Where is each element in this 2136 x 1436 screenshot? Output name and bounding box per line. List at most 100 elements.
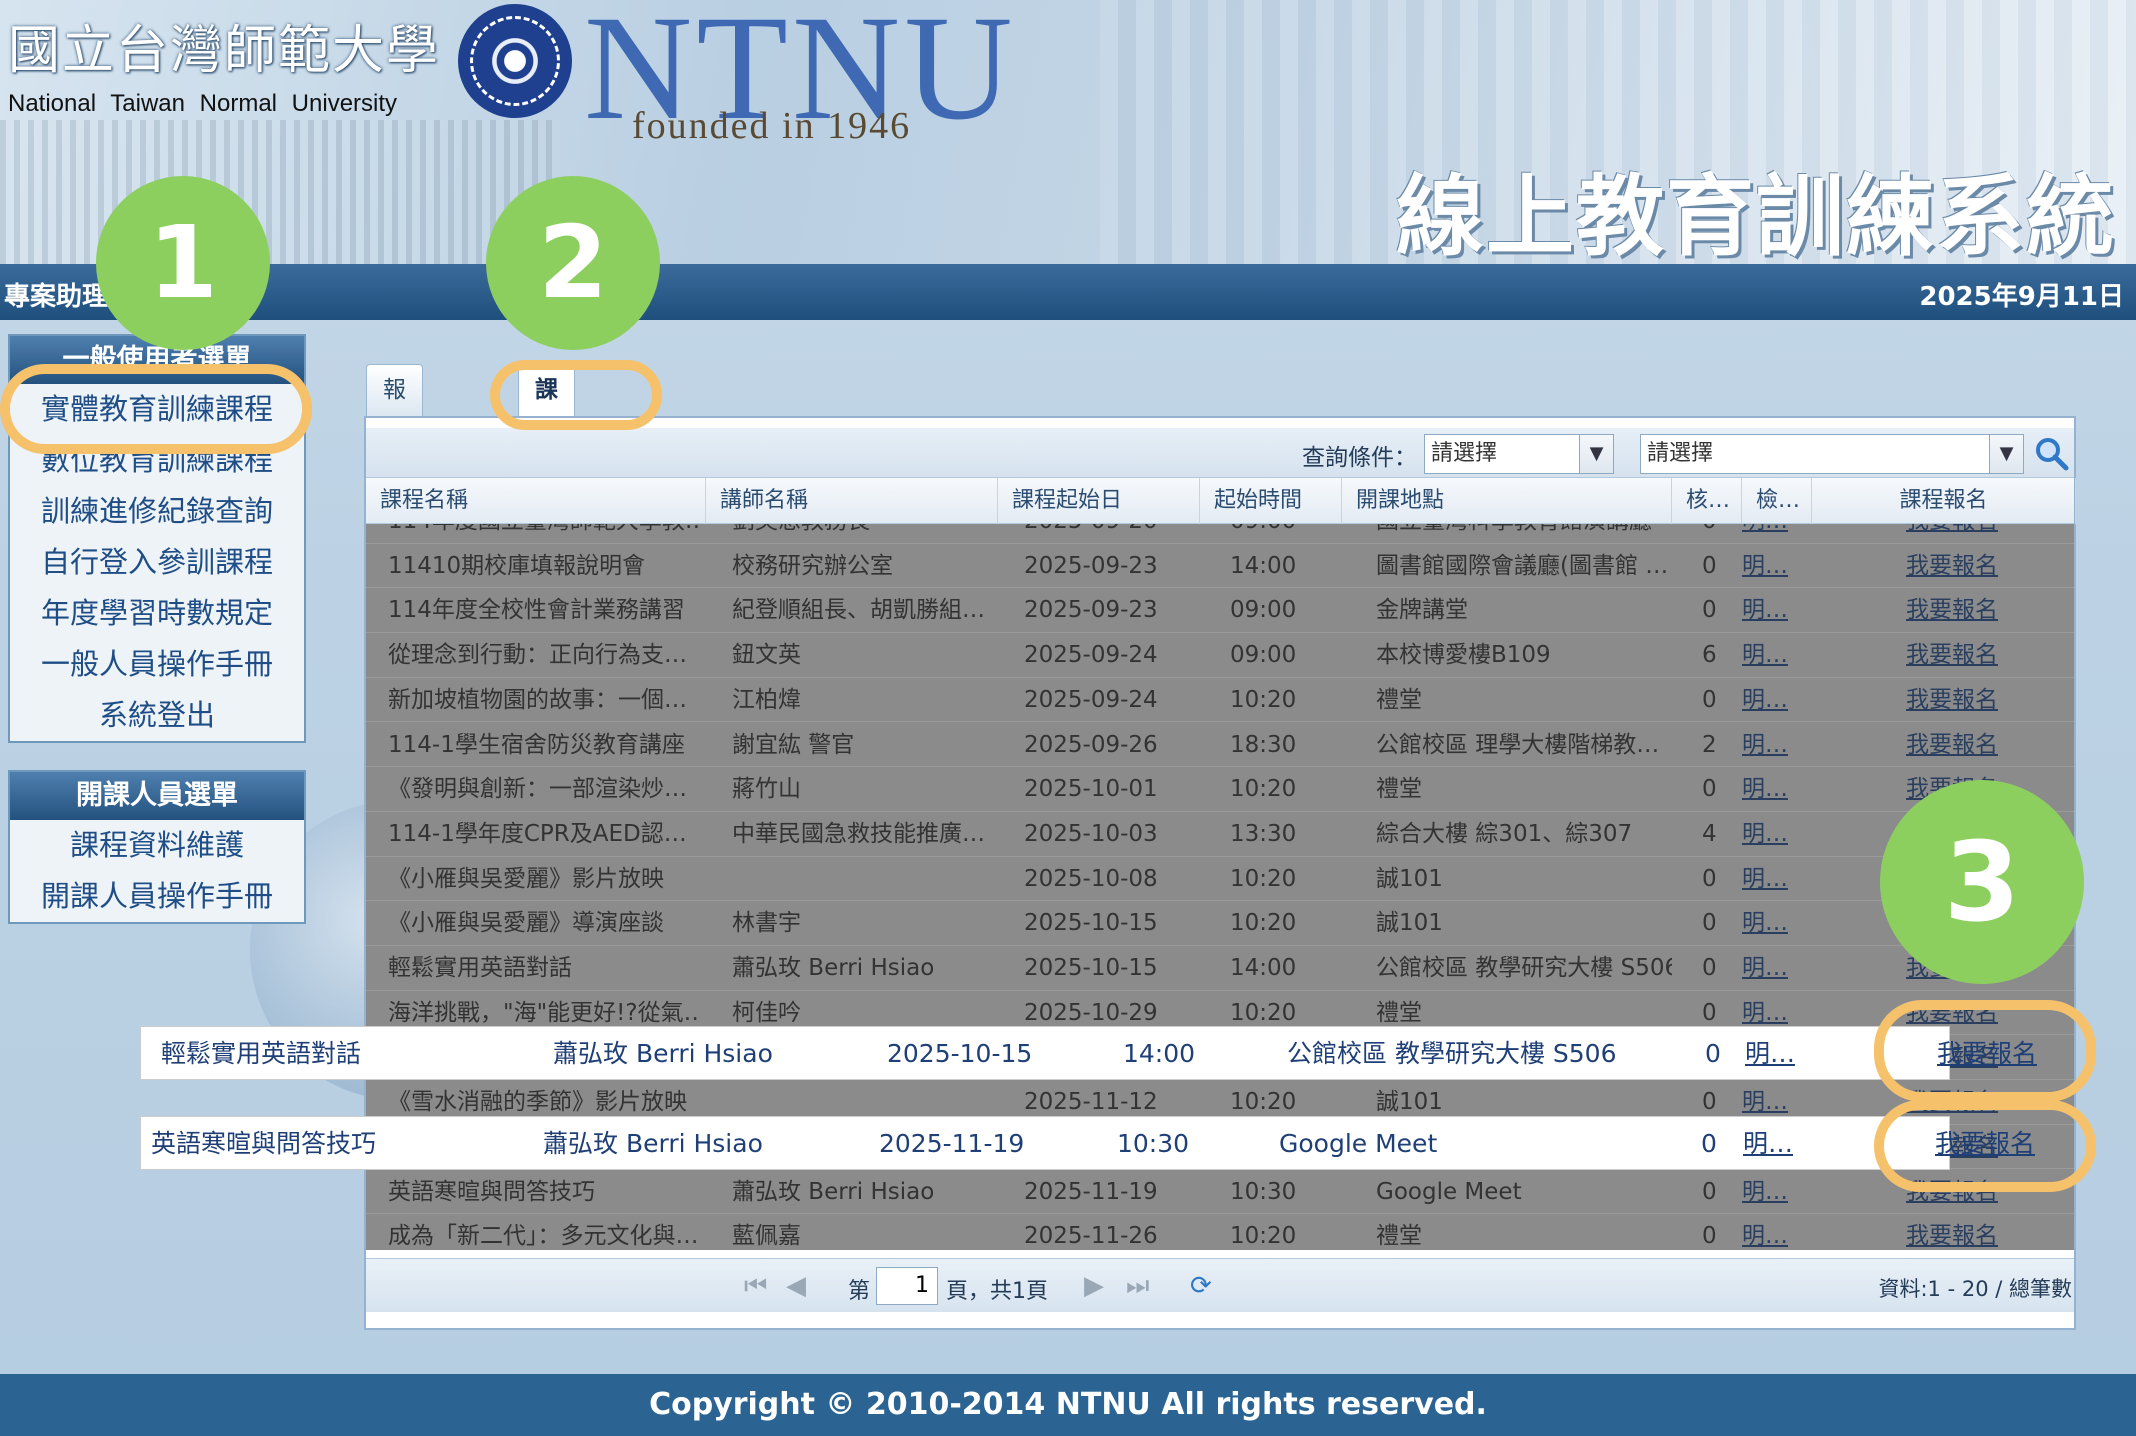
cell-location: 金牌講堂 <box>1376 597 1468 624</box>
col-start-date[interactable]: 課程起始日 <box>998 478 1200 524</box>
cell-start-time: 09:00 <box>1230 524 1296 543</box>
menu-item-user-manual[interactable]: 一般人員操作手冊 <box>10 639 304 690</box>
cell-detail-link[interactable]: 明… <box>1742 524 1788 543</box>
query-select-1[interactable]: 請選擇 ▼ <box>1424 434 1614 474</box>
cell-location: 本校博愛樓B109 <box>1376 642 1551 669</box>
table-row[interactable]: 《小雁與吳愛麗》影片放映2025-10-0810:20誠1010明…我要報名 <box>366 857 2074 902</box>
register-link[interactable]: 我要報名 <box>1906 1214 1998 1250</box>
table-row[interactable]: 英語寒暄與問答技巧 蕭弘玫 Berri Hsiao 2025-11-19 10:30 G… <box>366 1170 2074 1215</box>
table-row[interactable]: 輕鬆實用英語對話 蕭弘玫 Berri Hsiao 2025-10-15 14:00 公館… <box>366 946 2074 991</box>
cell-location: Google Meet <box>1376 1178 1522 1205</box>
cell-location: 圖書館國際會議廳(圖書館 … <box>1376 552 1669 579</box>
highlight-row-1[interactable]: 輕鬆實用英語對話 蕭弘玫 Berri Hsiao 2025-10-15 14:0… <box>140 1026 2037 1081</box>
cell-detail-link[interactable]: 明… <box>1742 812 1788 856</box>
cell-detail-link[interactable]: 明… <box>1742 1214 1788 1250</box>
university-name-cn: 國立台灣師範大學 <box>8 21 441 81</box>
menu-item-annual-hours[interactable]: 年度學習時數規定 <box>10 588 304 639</box>
hl-course-name: 輕鬆實用英語對話 <box>161 1039 362 1068</box>
search-icon[interactable] <box>2034 436 2070 472</box>
page-number-input[interactable]: 1 <box>876 1267 938 1305</box>
menu-item-training-records[interactable]: 訓練進修紀錄查詢 <box>10 486 304 537</box>
table-row[interactable]: 114-1學年度CPR及AED認… 中華民國急救技能推廣… 2025-10-03 13… <box>366 812 2074 857</box>
register-link[interactable]: 我要報名 <box>1906 678 1998 722</box>
cell-start-time: 10:30 <box>1230 1178 1297 1205</box>
register-link[interactable]: 我要報名 <box>1906 524 1998 543</box>
cell-course-name: 《發明與創新：一部渲染炒… <box>388 776 687 803</box>
menu-item-course-maintenance[interactable]: 課程資料維護 <box>10 820 304 871</box>
course-grid-panel: 查詢條件： 請選擇 ▼ 請選擇 ▼ 課程名稱 講師名稱 課程起始日 起始時間 開… <box>364 416 2076 1330</box>
cell-detail-link[interactable]: 明… <box>1742 678 1788 722</box>
cell-start-time: 10:20 <box>1230 686 1297 713</box>
cell-detail-link[interactable]: 明… <box>1742 767 1788 811</box>
hl-start-date: 2025-10-15 <box>887 1039 1033 1068</box>
cell-detail-link[interactable]: 明… <box>1742 544 1788 588</box>
cell-detail-link[interactable]: 明… <box>1742 857 1788 901</box>
col-start-time[interactable]: 起始時間 <box>1200 478 1342 524</box>
menu-item-self-register[interactable]: 自行登入參訓課程 <box>10 537 304 588</box>
col-approved[interactable]: 核… <box>1672 478 1742 524</box>
chevron-down-icon[interactable]: ▼ <box>1989 435 2023 473</box>
cell-location: 公館校區 教學研究大樓 S506 <box>1376 955 1672 981</box>
cell-approved: 0 <box>1702 955 1717 981</box>
table-row[interactable]: 114年度國立臺灣師範大學教… 劉英慈教務長 2025-09-20 09:00 國立臺灣… <box>366 524 2074 544</box>
cell-start-date: 2025-09-20 <box>1024 524 1158 543</box>
col-location[interactable]: 開課地點 <box>1342 478 1672 524</box>
col-course-name[interactable]: 課程名稱 <box>366 478 706 524</box>
table-row[interactable]: 114-1學生宿舍防災教育講座 謝宜紘 警官 2025-09-26 18:30 公館校區… <box>366 723 2074 768</box>
cell-instructor: 蔣竹山 <box>732 776 801 803</box>
cell-detail-link[interactable]: 明… <box>1742 946 1788 990</box>
cell-detail-link[interactable]: 明… <box>1742 1170 1788 1214</box>
cell-start-time: 10:20 <box>1230 776 1297 803</box>
tab-registration-list[interactable]: 報名清單 <box>366 364 423 553</box>
chevron-down-icon[interactable]: ▼ <box>1579 435 1613 473</box>
prev-page-icon[interactable]: ◀ <box>786 1271 806 1301</box>
register-link[interactable]: 我要報名 <box>1906 588 1998 632</box>
cell-detail-link[interactable]: 明… <box>1742 588 1788 632</box>
cell-approved: 0 <box>1702 597 1717 624</box>
table-row[interactable]: 從理念到行動：正向行為支… 鈕文英 2025-09-24 09:00 本校博愛樓B109… <box>366 633 2074 678</box>
founded-text: founded in 1946 <box>632 105 912 147</box>
cell-course-name: 新加坡植物園的故事：一個… <box>388 686 687 713</box>
hl-detail-link[interactable]: 明… <box>1743 1117 1793 1171</box>
hl-start-date: 2025-11-19 <box>879 1129 1025 1158</box>
col-register[interactable]: 課程報名 <box>1812 478 2076 524</box>
cell-start-date: 2025-09-24 <box>1024 642 1158 669</box>
annotation-oval-register-2 <box>1874 1100 2096 1192</box>
first-page-icon[interactable]: ⏮ <box>744 1271 767 1302</box>
menu-item-logout[interactable]: 系統登出 <box>10 690 304 741</box>
cell-detail-link[interactable]: 明… <box>1742 633 1788 677</box>
top-bar: 專案助理您好!! 2025年9月11日 <box>0 264 2136 320</box>
cell-course-name: 114-1學年度CPR及AED認… <box>388 820 687 847</box>
table-row[interactable]: 《小雁與吳愛麗》導演座談林書宇2025-10-1510:20誠1010明…我要報… <box>366 901 2074 946</box>
cell-start-date: 2025-11-26 <box>1024 1223 1158 1250</box>
cell-approved: 4 <box>1702 820 1717 847</box>
register-link[interactable]: 我要報名 <box>1906 723 1998 767</box>
last-page-icon[interactable]: ⏭ <box>1126 1271 1149 1302</box>
refresh-icon[interactable]: ⟳ <box>1190 1271 1212 1301</box>
query-select-2-value: 請選擇 <box>1647 441 1714 466</box>
cell-course-name: 114年度全校性會計業務講習 <box>388 597 685 624</box>
cell-instructor: 林書宇 <box>732 910 801 937</box>
table-row[interactable]: 11410期校庫填報說明會 校務研究辦公室 2025-09-23 14:00 圖書館國際… <box>366 544 2074 589</box>
col-instructor[interactable]: 講師名稱 <box>706 478 998 524</box>
table-row[interactable]: 《發明與創新：一部渲染炒…蔣竹山2025-10-0110:20禮堂0明…我要報名 <box>366 767 2074 812</box>
cell-start-time: 10:20 <box>1230 910 1297 937</box>
cell-detail-link[interactable]: 明… <box>1742 723 1788 767</box>
highlight-row-2[interactable]: 英語寒暄與問答技巧 蕭弘玫 Berri Hsiao 2025-11-19 10:… <box>140 1116 2035 1171</box>
table-row[interactable]: 114年度全校性會計業務講習 紀登順組長、胡凱勝組… 2025-09-23 09:00… <box>366 588 2074 634</box>
table-row[interactable]: 成為「新二代」：多元文化與… 藍佩嘉 2025-11-26 10:20 禮堂 0 明… 我要報… <box>366 1214 2074 1250</box>
menu-item-instructor-manual[interactable]: 開課人員操作手冊 <box>10 871 304 922</box>
cell-start-time: 13:30 <box>1230 820 1297 847</box>
col-detail[interactable]: 檢… <box>1742 478 1812 524</box>
hl-course-name: 英語寒暄與問答技巧 <box>151 1129 377 1158</box>
cell-start-date: 2025-10-15 <box>1024 955 1158 981</box>
query-select-2[interactable]: 請選擇 ▼ <box>1640 434 2024 474</box>
cell-approved: 0 <box>1702 524 1717 543</box>
register-link[interactable]: 我要報名 <box>1906 633 1998 677</box>
cell-location: 綜合大樓 綜301、綜307 <box>1376 820 1633 847</box>
register-link[interactable]: 我要報名 <box>1906 544 1998 588</box>
cell-detail-link[interactable]: 明… <box>1742 901 1788 945</box>
hl-detail-link[interactable]: 明… <box>1745 1027 1795 1081</box>
next-page-icon[interactable]: ▶ <box>1084 1271 1104 1301</box>
table-row[interactable]: 新加坡植物園的故事：一個… 江柏煒 2025-09-24 10:20 禮堂 0 明… 我要報名 <box>366 678 2074 723</box>
